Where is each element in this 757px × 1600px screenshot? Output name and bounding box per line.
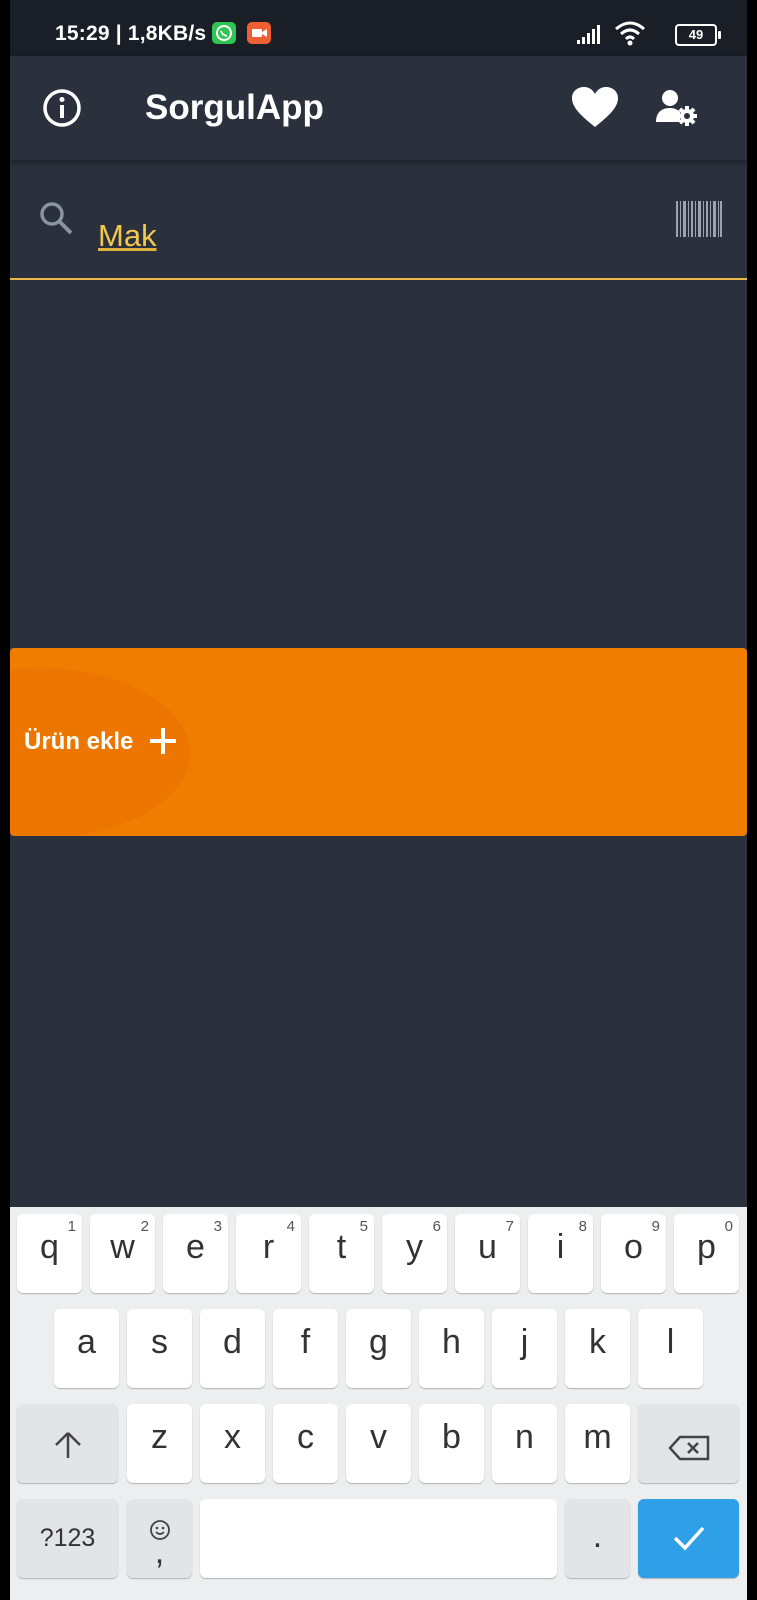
backspace-icon — [668, 1431, 710, 1470]
key-y[interactable]: 6y — [382, 1214, 447, 1293]
screen-recorder-icon — [247, 22, 271, 44]
key-i[interactable]: 8i — [528, 1214, 593, 1293]
key-b[interactable]: b — [419, 1404, 484, 1483]
key-v[interactable]: v — [346, 1404, 411, 1483]
key-e[interactable]: 3e — [163, 1214, 228, 1293]
key-d[interactable]: d — [200, 1309, 265, 1388]
key-q[interactable]: 1q — [17, 1214, 82, 1293]
status-time: 15:29 | 1,8KB/s — [55, 22, 207, 45]
key-t[interactable]: 5t — [309, 1214, 374, 1293]
key-j[interactable]: j — [492, 1309, 557, 1388]
search-bar — [10, 170, 747, 280]
key-p[interactable]: 0p — [674, 1214, 739, 1293]
key-l[interactable]: l — [638, 1309, 703, 1388]
search-icon — [38, 200, 74, 236]
enter-key[interactable] — [638, 1499, 739, 1578]
signal-icon — [577, 24, 605, 49]
search-input[interactable] — [98, 214, 618, 258]
key-u[interactable]: 7u — [455, 1214, 520, 1293]
period-key[interactable]: . — [565, 1499, 630, 1578]
key-m[interactable]: m — [565, 1404, 630, 1483]
whatsapp-icon — [212, 22, 236, 44]
key-f[interactable]: f — [273, 1309, 338, 1388]
key-a[interactable]: a — [54, 1309, 119, 1388]
shift-icon — [53, 1430, 83, 1469]
heart-icon[interactable] — [570, 86, 620, 130]
info-icon[interactable] — [40, 86, 84, 130]
barcode-icon[interactable] — [675, 201, 723, 237]
backspace-key[interactable] — [638, 1404, 739, 1483]
shift-key[interactable] — [17, 1404, 118, 1483]
add-product-button[interactable]: Ürün ekle — [10, 648, 747, 836]
app-bar: SorgulApp — [10, 56, 747, 160]
key-h[interactable]: h — [419, 1309, 484, 1388]
battery-indicator: 49 — [675, 24, 721, 46]
key-k[interactable]: k — [565, 1309, 630, 1388]
symbols-key[interactable]: ?123 — [17, 1499, 118, 1578]
status-bar: 15:29 | 1,8KB/s 49 — [10, 0, 747, 56]
soft-keyboard: 1q 2w 3e 4r 5t 6y 7u 8i 9o 0p a s d f g … — [10, 1207, 747, 1600]
space-key[interactable] — [200, 1499, 557, 1578]
app-screen: 15:29 | 1,8KB/s 49 SorgulApp Mak Ürün ek… — [10, 0, 747, 1600]
user-settings-icon[interactable] — [654, 86, 700, 130]
key-s[interactable]: s — [127, 1309, 192, 1388]
key-c[interactable]: c — [273, 1404, 338, 1483]
key-z[interactable]: z — [127, 1404, 192, 1483]
key-n[interactable]: n — [492, 1404, 557, 1483]
key-o[interactable]: 9o — [601, 1214, 666, 1293]
key-x[interactable]: x — [200, 1404, 265, 1483]
key-w[interactable]: 2w — [90, 1214, 155, 1293]
check-icon — [672, 1523, 706, 1562]
add-product-label: Ürün ekle — [24, 728, 134, 755]
app-title: SorgulApp — [145, 88, 324, 127]
wifi-icon — [614, 20, 646, 51]
key-g[interactable]: g — [346, 1309, 411, 1388]
emoji-comma-key[interactable]: , — [127, 1499, 192, 1578]
key-r[interactable]: 4r — [236, 1214, 301, 1293]
plus-icon — [148, 726, 178, 756]
